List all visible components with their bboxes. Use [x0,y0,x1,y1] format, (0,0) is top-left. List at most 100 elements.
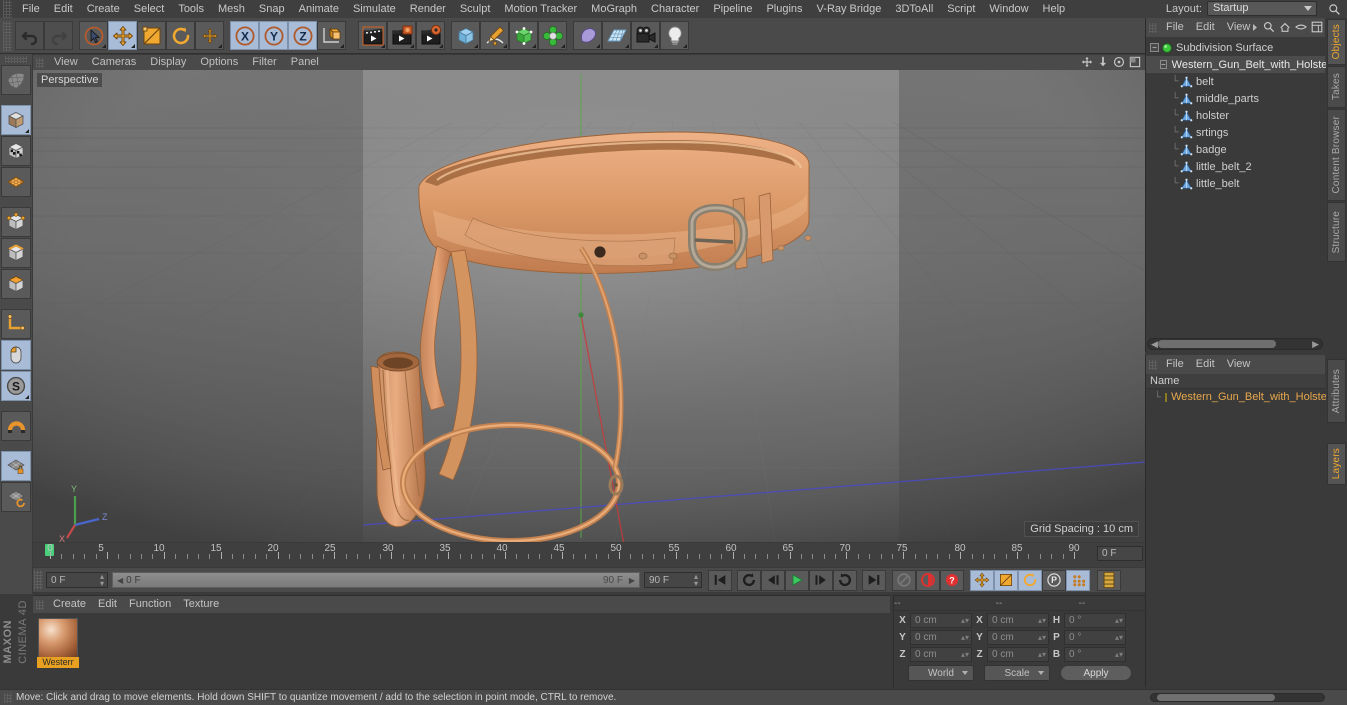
edge-mode-button[interactable] [1,238,31,268]
viewport-menu-filter[interactable]: Filter [245,55,283,70]
menu-item-character[interactable]: Character [644,0,706,18]
object-row-little-belt[interactable]: └ little_belt [1146,175,1325,192]
array-button[interactable] [538,21,567,50]
tab-content-browser[interactable]: Content Browser [1327,109,1346,201]
axis-move-tool[interactable] [195,21,224,50]
viewport-menu-display[interactable]: Display [143,55,193,70]
point-mode-button[interactable] [1,207,31,237]
menu-item-motion-tracker[interactable]: Motion Tracker [497,0,584,18]
menu-item-render[interactable]: Render [403,0,453,18]
spinner-icon[interactable]: ▴▾ [1115,651,1123,659]
tab-objects[interactable]: Objects [1327,19,1346,65]
spinner-icon[interactable]: ▴▾ [694,573,698,588]
timeline-ticks[interactable]: 0 5 10 15 20 25 30 35 40 45 50 55 60 65 … [33,543,1091,567]
viewport-menu-grip[interactable] [36,57,44,68]
redo-button[interactable] [44,21,73,50]
menu-item-file[interactable]: File [15,0,47,18]
preview-range-bar[interactable]: ◀ 0 F 90 F ▶ [112,572,640,588]
left-toolbar-grip[interactable] [5,56,27,63]
scroll-thumb[interactable] [1158,340,1276,348]
make-editable-button[interactable] [1,65,31,95]
range-start-arrow-icon[interactable]: ◀ [117,576,123,585]
add-spline-button[interactable] [480,21,509,50]
powerbar-grip[interactable] [34,570,43,590]
orbit-icon[interactable] [1113,56,1125,68]
light-button[interactable] [660,21,689,50]
menu-item-snap[interactable]: Snap [252,0,292,18]
search-icon[interactable] [1328,3,1341,16]
menu-item-help[interactable]: Help [1036,0,1073,18]
object-row-holster[interactable]: └ holster [1146,107,1325,124]
keyframe-selection-button[interactable]: ? [940,569,964,591]
apply-button[interactable]: Apply [1060,665,1132,681]
polygon-mode-button[interactable] [1,269,31,299]
rotation-h-field[interactable]: 0 ° ▴▾ [1064,613,1126,628]
world-object-coordinate-toggle[interactable] [317,21,346,50]
planar-workplane-button[interactable] [1,482,31,512]
document-end-field[interactable]: 90 F ▴ ▾ [644,572,702,588]
pan-icon[interactable] [1081,56,1093,68]
menu-item-tools[interactable]: Tools [171,0,211,18]
y-axis-lock[interactable]: Y [259,21,288,50]
position-x-field[interactable]: 0 cm ▴▾ [910,613,972,628]
current-frame-field[interactable]: 0 F ▴ ▾ [46,572,108,588]
play-button[interactable] [785,569,809,591]
status-bar-grip[interactable] [4,692,12,703]
viewport-menu-panel[interactable]: Panel [284,55,326,70]
maximize-icon[interactable] [1129,56,1141,68]
material-manager-grip[interactable] [36,599,44,610]
range-end-arrow-icon[interactable]: ▶ [629,576,635,585]
timeline-end-field[interactable]: 0 F [1097,546,1143,561]
rotate-tool[interactable] [166,21,195,50]
render-settings-button[interactable] [416,21,445,50]
rotation-b-field[interactable]: 0 ° ▴▾ [1064,647,1126,662]
menu-item-vray-bridge[interactable]: V-Ray Bridge [810,0,889,18]
enable-snapping-button[interactable] [1,340,31,370]
material-menu-function[interactable]: Function [123,596,177,613]
go-to-end-button[interactable] [862,569,886,591]
timeline-ruler[interactable]: 0 5 10 15 20 25 30 35 40 45 50 55 60 65 … [33,543,1145,567]
coordinate-system-dropdown[interactable]: World [908,665,974,681]
spinner-icon[interactable]: ▴▾ [961,617,969,625]
menu-item-pipeline[interactable]: Pipeline [706,0,759,18]
uv-mode-button[interactable] [1,167,31,197]
rotation-p-field[interactable]: 0 ° ▴▾ [1064,630,1126,645]
menu-item-create[interactable]: Create [80,0,127,18]
expander-icon[interactable]: − [1150,43,1159,52]
workplane-button[interactable]: S [1,371,31,401]
object-row-srtings[interactable]: └ srtings [1146,124,1325,141]
arrow-right-icon[interactable] [1251,22,1259,33]
menu-item-3dtoall[interactable]: 3DToAll [888,0,940,18]
layer-row[interactable]: └ Western_Gun_Belt_with_Holster [1146,389,1330,405]
previous-frame-button[interactable] [761,569,785,591]
go-to-start-button[interactable] [708,569,732,591]
layer-color-swatch[interactable] [1165,392,1168,402]
tab-layers[interactable]: Layers [1327,443,1346,485]
layout-icon[interactable] [1311,21,1323,33]
search-icon[interactable] [1263,21,1275,33]
deformer-button[interactable] [573,21,602,50]
position-y-field[interactable]: 0 cm ▴▾ [910,630,972,645]
camera-button[interactable] [631,21,660,50]
size-x-field[interactable]: 0 cm ▴▾ [987,613,1049,628]
lock-workplane-button[interactable] [1,451,31,481]
material-menu-texture[interactable]: Texture [177,596,225,613]
viewport-menu-options[interactable]: Options [193,55,245,70]
spinner-icon[interactable]: ▴▾ [100,573,104,588]
menu-item-edit[interactable]: Edit [47,0,80,18]
render-view-button[interactable] [358,21,387,50]
object-row-badge[interactable]: └ badge [1146,141,1325,158]
layer-menu-file[interactable]: File [1160,355,1190,374]
menu-item-script[interactable]: Script [940,0,982,18]
object-row-little-belt-2[interactable]: └ little_belt_2 [1146,158,1325,175]
play-forwards-loop-button[interactable] [833,569,857,591]
position-z-field[interactable]: 0 cm ▴▾ [910,647,972,662]
magnet-button[interactable] [1,411,31,441]
live-selection-tool[interactable] [79,21,108,50]
layout-dropdown[interactable]: Startup [1207,1,1317,16]
menu-item-sculpt[interactable]: Sculpt [453,0,498,18]
zoom-icon[interactable] [1097,56,1109,68]
spinner-icon[interactable]: ▴▾ [961,651,969,659]
menu-item-mograph[interactable]: MoGraph [584,0,644,18]
z-axis-lock[interactable]: Z [288,21,317,50]
